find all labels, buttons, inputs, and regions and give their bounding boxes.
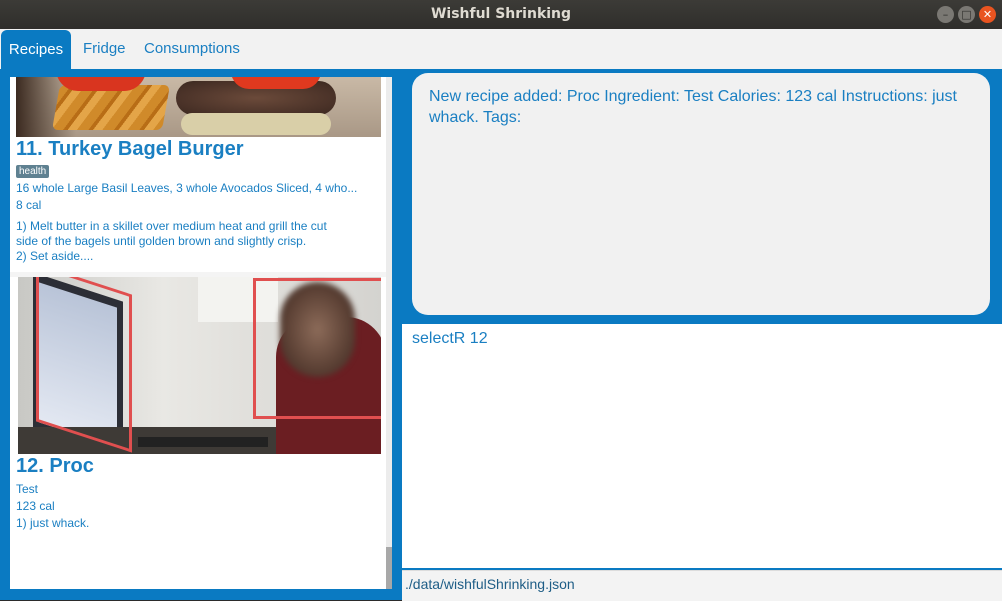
command-box[interactable]: selectR 12 — [402, 324, 1002, 568]
recipe-calories: 8 cal — [16, 198, 42, 212]
window-controls: – □ ✕ — [937, 6, 996, 23]
scrollbar[interactable] — [386, 77, 392, 589]
recipe-image — [18, 277, 381, 454]
maximize-icon[interactable]: □ — [958, 6, 975, 23]
minimize-icon[interactable]: – — [937, 6, 954, 23]
recipe-instruction-line: 1) just whack. — [16, 516, 90, 530]
app-window: Recipes Fridge Consumptions 11. Turkey B… — [0, 29, 1002, 601]
close-icon[interactable]: ✕ — [979, 6, 996, 23]
recipe-title: 12. Proc — [16, 455, 94, 477]
title-bar: Wishful Shrinking – □ ✕ — [0, 0, 1002, 29]
status-bar: ./data/wishfulShrinking.json — [402, 570, 1002, 601]
scrollbar-thumb[interactable] — [386, 547, 392, 589]
recipe-instruction-line: 1) Melt butter in a skillet over medium … — [16, 219, 327, 233]
recipe-list[interactable]: 11. Turkey Bagel Burger health 16 whole … — [10, 77, 392, 589]
status-path: ./data/wishfulShrinking.json — [405, 576, 575, 592]
result-display: New recipe added: Proc Ingredient: Test … — [412, 73, 990, 315]
result-text: New recipe added: Proc Ingredient: Test … — [429, 88, 957, 126]
recipe-calories: 123 cal — [16, 499, 55, 513]
tab-recipes[interactable]: Recipes — [1, 30, 71, 69]
recipe-instruction-line: side of the bagels until golden brown an… — [16, 234, 307, 248]
recipe-image — [16, 77, 381, 137]
recipe-ingredients: 16 whole Large Basil Leaves, 3 whole Avo… — [16, 181, 358, 195]
command-input[interactable]: selectR 12 — [412, 330, 488, 348]
window-title: Wishful Shrinking — [430, 6, 572, 22]
recipe-card[interactable]: 11. Turkey Bagel Burger health 16 whole … — [10, 77, 386, 272]
tab-consumptions[interactable]: Consumptions — [144, 29, 240, 69]
tab-bar: Recipes Fridge Consumptions — [0, 29, 1002, 69]
recipe-card[interactable]: 12. Proc Test 123 cal 1) just whack. — [10, 277, 386, 589]
tab-fridge[interactable]: Fridge — [83, 29, 126, 69]
recipe-ingredients: Test — [16, 482, 39, 496]
recipe-instruction-line: 2) Set aside.... — [16, 249, 94, 263]
recipe-title: 11. Turkey Bagel Burger — [16, 138, 244, 160]
tag-badge: health — [16, 165, 50, 178]
